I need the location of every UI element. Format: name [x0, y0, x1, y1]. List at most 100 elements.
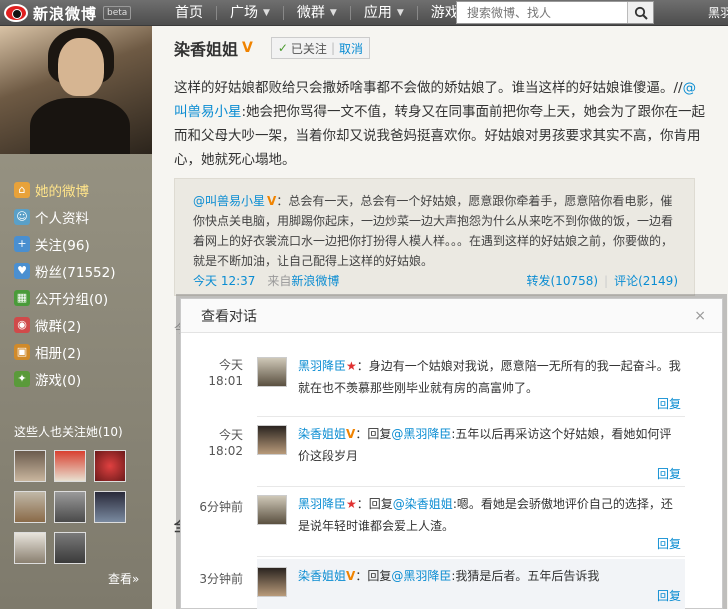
follower-avatar[interactable] [14, 491, 46, 523]
avatar[interactable] [257, 495, 287, 525]
author-link[interactable]: 黑羽降臣 [298, 497, 346, 511]
search-box [456, 1, 654, 24]
follower-avatar[interactable] [54, 491, 86, 523]
close-icon[interactable]: × [694, 308, 706, 324]
avatar-face [58, 38, 104, 96]
verified-v-icon: V [267, 194, 277, 208]
sidebar-item-label: 公开分组(0) [35, 291, 109, 308]
profile-sidebar: ⌂ 她的微博 ☺ 个人资料 + 关注(96) ♥ 粉丝(71552) ▦ 公开分… [0, 26, 152, 609]
sidebar-item-public-groups[interactable]: ▦ 公开分组(0) [14, 284, 115, 311]
reply-link[interactable]: 回复 [657, 587, 681, 604]
verified-v-icon: V [242, 40, 253, 56]
avatar[interactable] [257, 425, 287, 455]
sidebar-item-profile[interactable]: ☺ 个人资料 [14, 203, 115, 230]
sina-weibo-logo[interactable]: 新浪微博 beta [4, 2, 132, 24]
conversation-time: 今天 18:02 [181, 427, 243, 459]
time-line: 18:01 [208, 374, 243, 388]
sidebar-item-label: 个人资料 [35, 210, 89, 227]
group-icon: ▦ [14, 289, 30, 306]
weiqun-icon: ◉ [14, 316, 30, 333]
conversation-item: 3分钟前 染香姐姐V：回复@黑羽降臣:我猜是后者。五年后告诉我 回复 [181, 559, 724, 609]
view-more-link[interactable]: 查看» [108, 570, 139, 587]
quoted-actions: 转发(10758) | 评论(2149) [527, 271, 679, 291]
follower-avatar[interactable] [54, 532, 86, 564]
sidebar-item-label: 游戏(0) [35, 372, 82, 389]
author-link[interactable]: 染香姐姐 [298, 569, 346, 583]
sidebar-item-label: 关注(96) [35, 237, 90, 254]
sidebar-item-fans[interactable]: ♥ 粉丝(71552) [14, 257, 115, 284]
sidebar-item-following[interactable]: + 关注(96) [14, 230, 115, 257]
verified-v-icon: V [346, 427, 356, 441]
conversation-time: 今天 18:01 [181, 357, 243, 389]
source-prefix: 来自 [267, 274, 292, 288]
conversation-item: 今天 18:02 染香姐姐V：回复@黑羽降臣:五年以后再采访这个好姑娘，看她如何… [181, 417, 724, 487]
check-icon: ✓ [277, 41, 288, 55]
conversation-text: 黑羽降臣★：身边有一个姑娘对我说，愿意陪一无所有的我一起奋斗。我就在也不羡慕那些… [298, 355, 682, 399]
nav-apps[interactable]: 应用 ▼ [351, 0, 417, 26]
view-conversation-dialog: 查看对话 × 今天 18:01 黑羽降臣★：身边有一个姑娘对我说，愿意陪一无所有… [180, 298, 723, 609]
conversation-time: 3分钟前 [181, 571, 243, 587]
conversation-text: 染香姐姐V：回复@黑羽降臣:五年以后再采访这个好姑娘，看她如何评价这段岁月 [298, 423, 682, 467]
post-text-part: 这样的好姑娘都败给只会撒娇啥事都不会做的娇姑娘了。谁当这样的好姑娘谁傻逼。// [174, 80, 683, 96]
quoted-author-link[interactable]: @叫兽易小星 [193, 194, 265, 208]
sidebar-item-label: 相册(2) [35, 345, 82, 362]
reply-link[interactable]: 回复 [657, 535, 681, 552]
follower-avatar[interactable] [54, 450, 86, 482]
follower-avatar[interactable] [14, 450, 46, 482]
nav-home[interactable]: 首页 [162, 0, 216, 26]
conversation-item: 今天 18:01 黑羽降臣★：身边有一个姑娘对我说，愿意陪一无所有的我一起奋斗。… [181, 349, 724, 417]
top-nav: 新浪微博 beta 首页 广场 ▼ 微群 ▼ 应用 ▼ 游戏 ▼ 黑羽 [0, 0, 728, 26]
follower-avatar[interactable] [94, 491, 126, 523]
avatar[interactable] [257, 567, 287, 597]
reply-link[interactable]: 回复 [657, 395, 681, 412]
quoted-post: @叫兽易小星 V：总会有一天，总会有一个好姑娘，愿意跟你牵着手，愿意陪你看电影，催… [174, 178, 695, 296]
reply-prefix: ：回复 [356, 497, 393, 511]
author-link[interactable]: 黑羽降臣 [298, 359, 346, 373]
star-badge-icon: ★ [346, 359, 357, 373]
mention-link[interactable]: @染香姐姐 [393, 497, 453, 511]
conversation-card: 黑羽降臣★：回复@染香姐姐:嗯。看她是会骄傲地评价自己的选择，还是说年轻时谁都会… [257, 487, 685, 557]
sidebar-item-album[interactable]: ▣ 相册(2) [14, 338, 115, 365]
search-button[interactable] [627, 2, 653, 23]
game-icon: ✦ [14, 370, 30, 387]
repost-link[interactable]: 转发(10758) [527, 274, 599, 288]
profile-avatar[interactable] [0, 26, 152, 154]
nav-user-name[interactable]: 黑羽 [708, 4, 728, 21]
nav-weiqun[interactable]: 微群 ▼ [284, 0, 350, 26]
post-text-part: :她会把你骂得一文不值，转身又在同事面前把你夸上天，她会为了跟你在一起而和父母大… [174, 104, 706, 168]
nav-links: 首页 广场 ▼ 微群 ▼ 应用 ▼ 游戏 ▼ [162, 0, 484, 26]
fans-icon: ♥ [14, 262, 30, 279]
author-link[interactable]: 染香姐姐 [298, 427, 346, 441]
sidebar-item-games[interactable]: ✦ 游戏(0) [14, 365, 115, 392]
comment-link[interactable]: 评论(2149) [614, 274, 678, 288]
sidebar-item-her-weibo[interactable]: ⌂ 她的微博 [14, 176, 115, 203]
mention-link[interactable]: @黑羽降臣 [391, 569, 451, 583]
quoted-time[interactable]: 今天 12:37 [193, 271, 255, 291]
sidebar-item-label: 微群(2) [35, 318, 82, 335]
reply-prefix: ： [356, 359, 369, 373]
divider: | [330, 41, 335, 55]
message-text: :我猜是后者。五年后告诉我 [451, 569, 600, 583]
conversation-text: 染香姐姐V：回复@黑羽降臣:我猜是后者。五年后告诉我 [298, 565, 682, 587]
nav-apps-label: 应用 [363, 5, 392, 21]
profile-user-name[interactable]: 染香姐姐 [174, 36, 238, 60]
search-input[interactable] [457, 2, 627, 23]
follower-avatar[interactable] [14, 532, 46, 564]
search-icon [634, 6, 648, 20]
conversation-time: 6分钟前 [181, 499, 243, 515]
unfollow-link[interactable]: 取消 [339, 40, 363, 57]
dialog-title: 查看对话 [201, 308, 257, 325]
profile-icon: ☺ [14, 208, 30, 225]
reply-link[interactable]: 回复 [657, 465, 681, 482]
follower-avatar[interactable] [94, 450, 126, 482]
time-line: 今天 [218, 358, 243, 372]
nav-weiqun-label: 微群 [296, 5, 325, 21]
sidebar-item-weiqun[interactable]: ◉ 微群(2) [14, 311, 115, 338]
profile-header: 染香姐姐 V ✓ 已关注 | 取消 [174, 36, 370, 60]
reply-prefix: ：回复 [355, 427, 392, 441]
star-badge-icon: ★ [346, 497, 357, 511]
mention-link[interactable]: @黑羽降臣 [391, 427, 451, 441]
source-link[interactable]: 新浪微博 [291, 271, 339, 291]
nav-square[interactable]: 广场 ▼ [217, 0, 283, 26]
avatar[interactable] [257, 357, 287, 387]
